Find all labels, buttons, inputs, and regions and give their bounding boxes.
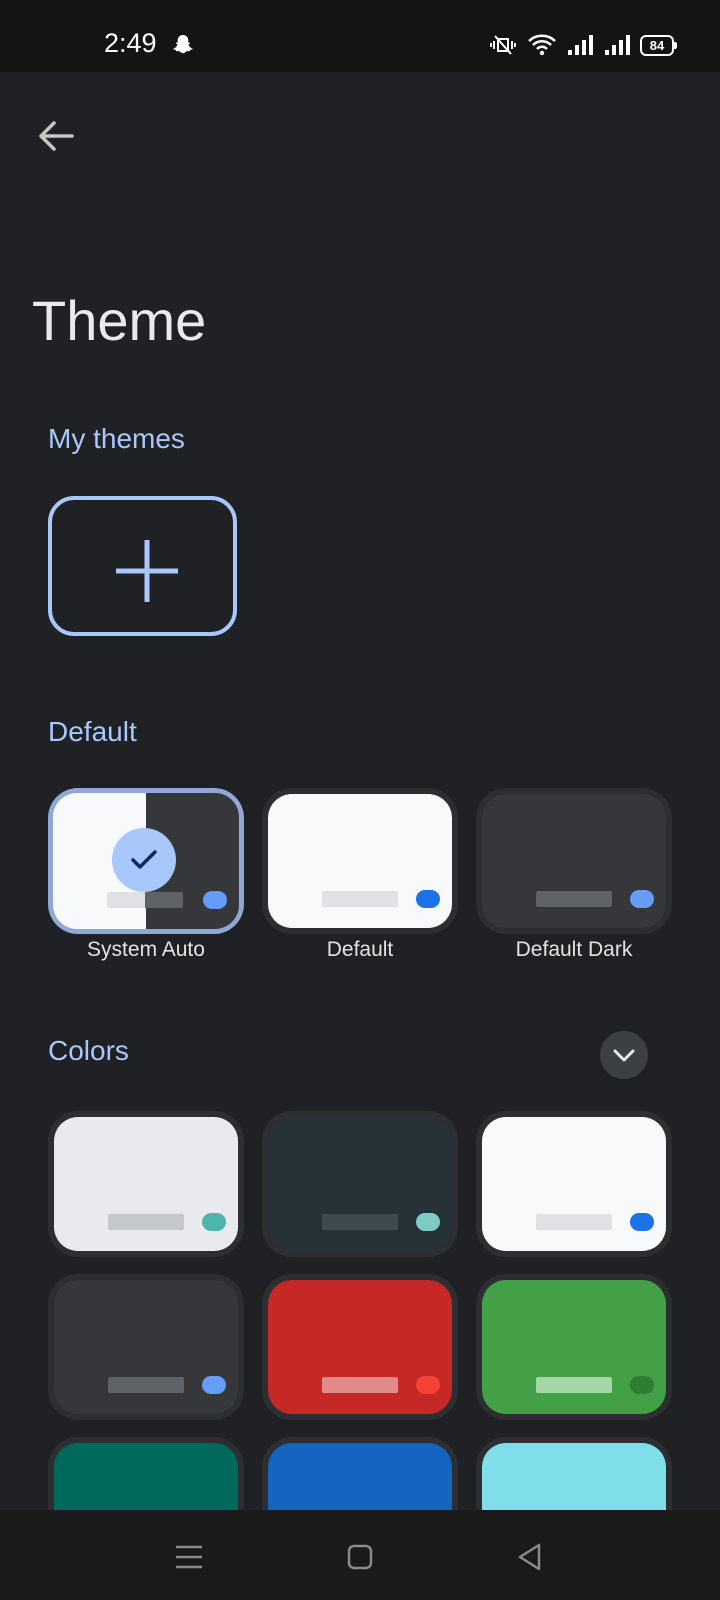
- theme-preview-dot: [630, 1213, 654, 1231]
- section-title-colors: Colors: [48, 1035, 129, 1066]
- color-theme-tile[interactable]: [262, 1274, 458, 1420]
- theme-tile-system-auto[interactable]: [48, 788, 244, 934]
- signal-icon: [568, 35, 593, 55]
- theme-preview-dot: [202, 1213, 226, 1231]
- plus-icon: [116, 540, 178, 602]
- section-title-default: Default: [48, 716, 137, 747]
- theme-preview-dot: [630, 890, 654, 908]
- theme-preview-bar: [322, 891, 398, 907]
- color-theme-tile[interactable]: [476, 1274, 672, 1420]
- status-icons: 84: [488, 32, 677, 58]
- theme-tile-default[interactable]: [262, 788, 458, 934]
- color-theme-tile[interactable]: [48, 1111, 244, 1257]
- theme-preview-bar: [322, 1377, 398, 1393]
- back-triangle-icon[interactable]: [513, 1540, 547, 1574]
- theme-preview-bar: [108, 1377, 184, 1393]
- theme-preview-bar: [536, 1377, 612, 1393]
- expand-colors-button[interactable]: [600, 1031, 648, 1079]
- wifi-icon: [528, 34, 556, 56]
- status-time: 2:49: [104, 28, 157, 58]
- add-theme-button[interactable]: [48, 496, 237, 636]
- theme-preview-dot: [203, 891, 227, 909]
- chevron-down-icon: [613, 1049, 635, 1062]
- theme-label-default: Default: [326, 938, 394, 961]
- vibrate-off-icon: [490, 35, 516, 55]
- theme-preview-dot: [630, 1376, 654, 1394]
- theme-preview-bar: [107, 892, 183, 908]
- menu-icon[interactable]: [172, 1540, 206, 1574]
- color-theme-tile[interactable]: [262, 1111, 458, 1257]
- theme-preview-bar: [108, 1214, 184, 1230]
- theme-preview-dot: [202, 1376, 226, 1394]
- color-theme-tile[interactable]: [48, 1274, 244, 1420]
- selected-check-icon: [112, 828, 176, 892]
- status-bar: 2:49 84: [0, 0, 720, 72]
- back-arrow-icon[interactable]: [30, 110, 82, 162]
- section-title-my-themes: My themes: [48, 423, 185, 454]
- page-title: Theme: [32, 289, 207, 352]
- theme-label-system-auto: System Auto: [87, 938, 205, 961]
- theme-preview-bar: [322, 1214, 398, 1230]
- theme-preview-dot: [416, 1376, 440, 1394]
- home-icon[interactable]: [343, 1540, 377, 1574]
- snapchat-icon: [173, 35, 193, 54]
- navigation-bar: [0, 1510, 720, 1600]
- theme-label-default-dark: Default Dark: [515, 938, 633, 961]
- theme-tile-default-dark[interactable]: [476, 788, 672, 934]
- theme-preview-dot: [416, 1213, 440, 1231]
- battery-icon: 84: [640, 34, 677, 56]
- signal-icon: [605, 35, 630, 55]
- theme-preview-dot: [416, 890, 440, 908]
- theme-preview-bar: [536, 891, 612, 907]
- color-theme-tile[interactable]: [476, 1111, 672, 1257]
- theme-preview-bar: [536, 1214, 612, 1230]
- battery-level: 84: [649, 37, 665, 53]
